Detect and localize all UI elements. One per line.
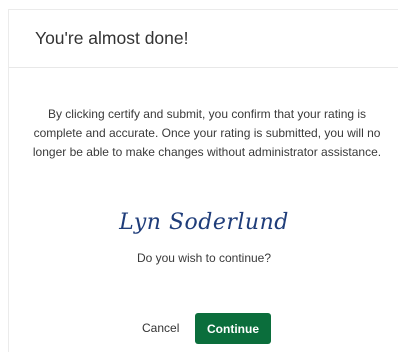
dialog-title: You're almost done! <box>35 28 189 48</box>
dialog-header: You're almost done! <box>9 10 398 68</box>
confirmation-dialog: You're almost done! By clicking certify … <box>8 9 398 352</box>
dialog-actions: Cancel Continue <box>9 313 398 345</box>
continue-question: Do you wish to continue? <box>136 251 272 265</box>
dialog-body: By clicking certify and submit, you conf… <box>9 68 398 353</box>
cancel-button[interactable]: Cancel <box>142 317 179 339</box>
certify-message: By clicking certify and submit, you conf… <box>32 107 382 159</box>
continue-button[interactable]: Continue <box>195 313 271 344</box>
signature: Lyn Soderlund <box>119 210 289 235</box>
